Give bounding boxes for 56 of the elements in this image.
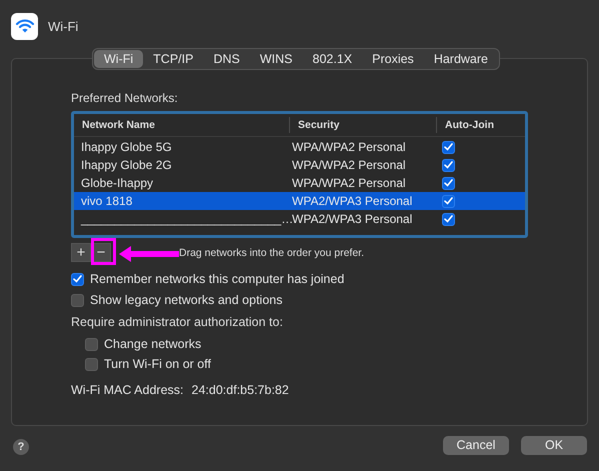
checkbox-label: Show legacy networks and options	[90, 293, 282, 307]
checkmark-icon	[444, 197, 453, 205]
checkbox[interactable]	[85, 358, 98, 370]
tab[interactable]: DNS	[203, 50, 250, 68]
column-header: Security	[289, 117, 436, 133]
checkbox[interactable]	[442, 194, 455, 208]
mac-address-label: Wi-Fi MAC Address:	[71, 383, 184, 397]
checkmark-icon	[73, 275, 82, 283]
table-cell-text: WPA/WPA2 Personal	[291, 140, 407, 154]
window-title: Wi-Fi	[48, 18, 78, 34]
section-label: Preferred Networks:	[71, 91, 179, 105]
network-row[interactable]: Globe-Ihappy WPA/WPA2 Personal	[74, 174, 525, 192]
tab[interactable]: TCP/IP	[143, 50, 204, 68]
tab[interactable]: WINS	[250, 50, 302, 68]
table-cell-text: Ihappy Globe 2G	[80, 158, 173, 172]
section-label: Require administrator authorization to:	[71, 315, 284, 329]
checkbox[interactable]	[71, 272, 84, 286]
checkbox-label: Turn Wi-Fi on or off	[104, 357, 211, 371]
column-header: Network Name	[81, 118, 156, 133]
tab[interactable]: Proxies	[362, 50, 424, 68]
dialog-button[interactable]: Cancel	[443, 436, 509, 454]
dialog-button[interactable]: OK	[521, 436, 587, 454]
checkmark-icon	[444, 143, 453, 151]
table-cell-text: Globe-Ihappy	[80, 176, 154, 190]
tab[interactable]: Hardware	[424, 50, 498, 68]
network-row[interactable]: Ihappy Globe 2G WPA/WPA2 Personal	[74, 156, 525, 174]
mac-address-value: 24:d0:df:b5:7b:82	[192, 383, 289, 397]
table-cell-text: WPA/WPA2 Personal	[291, 158, 407, 172]
network-row[interactable]: ______________________________…WPA2/WPA3 Personal	[74, 210, 525, 228]
highlight-frame	[91, 238, 116, 265]
network-row[interactable]: vivo 1818 WPA2/WPA3 Personal	[74, 192, 525, 210]
checkbox[interactable]	[85, 338, 98, 350]
checkbox-label: Remember networks this computer has joined	[90, 272, 344, 286]
wifi-app-icon	[11, 12, 38, 40]
checkbox[interactable]	[442, 158, 455, 172]
checkmark-icon	[444, 215, 453, 223]
table-cell-text: Ihappy Globe 5G	[80, 140, 173, 154]
table-cell-text: WPA2/WPA3 Personal	[291, 194, 414, 208]
table-cell-text: WPA2/WPA3 Personal	[292, 212, 414, 226]
checkbox-label: Change networks	[104, 337, 202, 351]
tab[interactable]: 802.1X	[302, 50, 362, 68]
pointer-arrow	[117, 245, 181, 263]
checkbox[interactable]	[71, 294, 84, 306]
tab[interactable]: Wi-Fi	[94, 50, 144, 68]
checkbox[interactable]	[442, 212, 455, 226]
add-button[interactable]: +	[71, 243, 91, 262]
checkmark-icon	[444, 161, 453, 169]
column-header: Auto-Join	[436, 117, 525, 133]
checkbox[interactable]	[442, 176, 455, 190]
help-button[interactable]: ?	[13, 439, 29, 455]
network-row[interactable]: Ihappy Globe 5G WPA/WPA2 Personal	[74, 138, 525, 156]
table-cell-text: WPA/WPA2 Personal	[291, 176, 407, 190]
table-cell-text: vivo 1818	[80, 194, 134, 208]
checkmark-icon	[444, 179, 453, 187]
checkbox[interactable]	[442, 140, 455, 154]
hint-text: Drag networks into the order you prefer.	[179, 246, 364, 258]
